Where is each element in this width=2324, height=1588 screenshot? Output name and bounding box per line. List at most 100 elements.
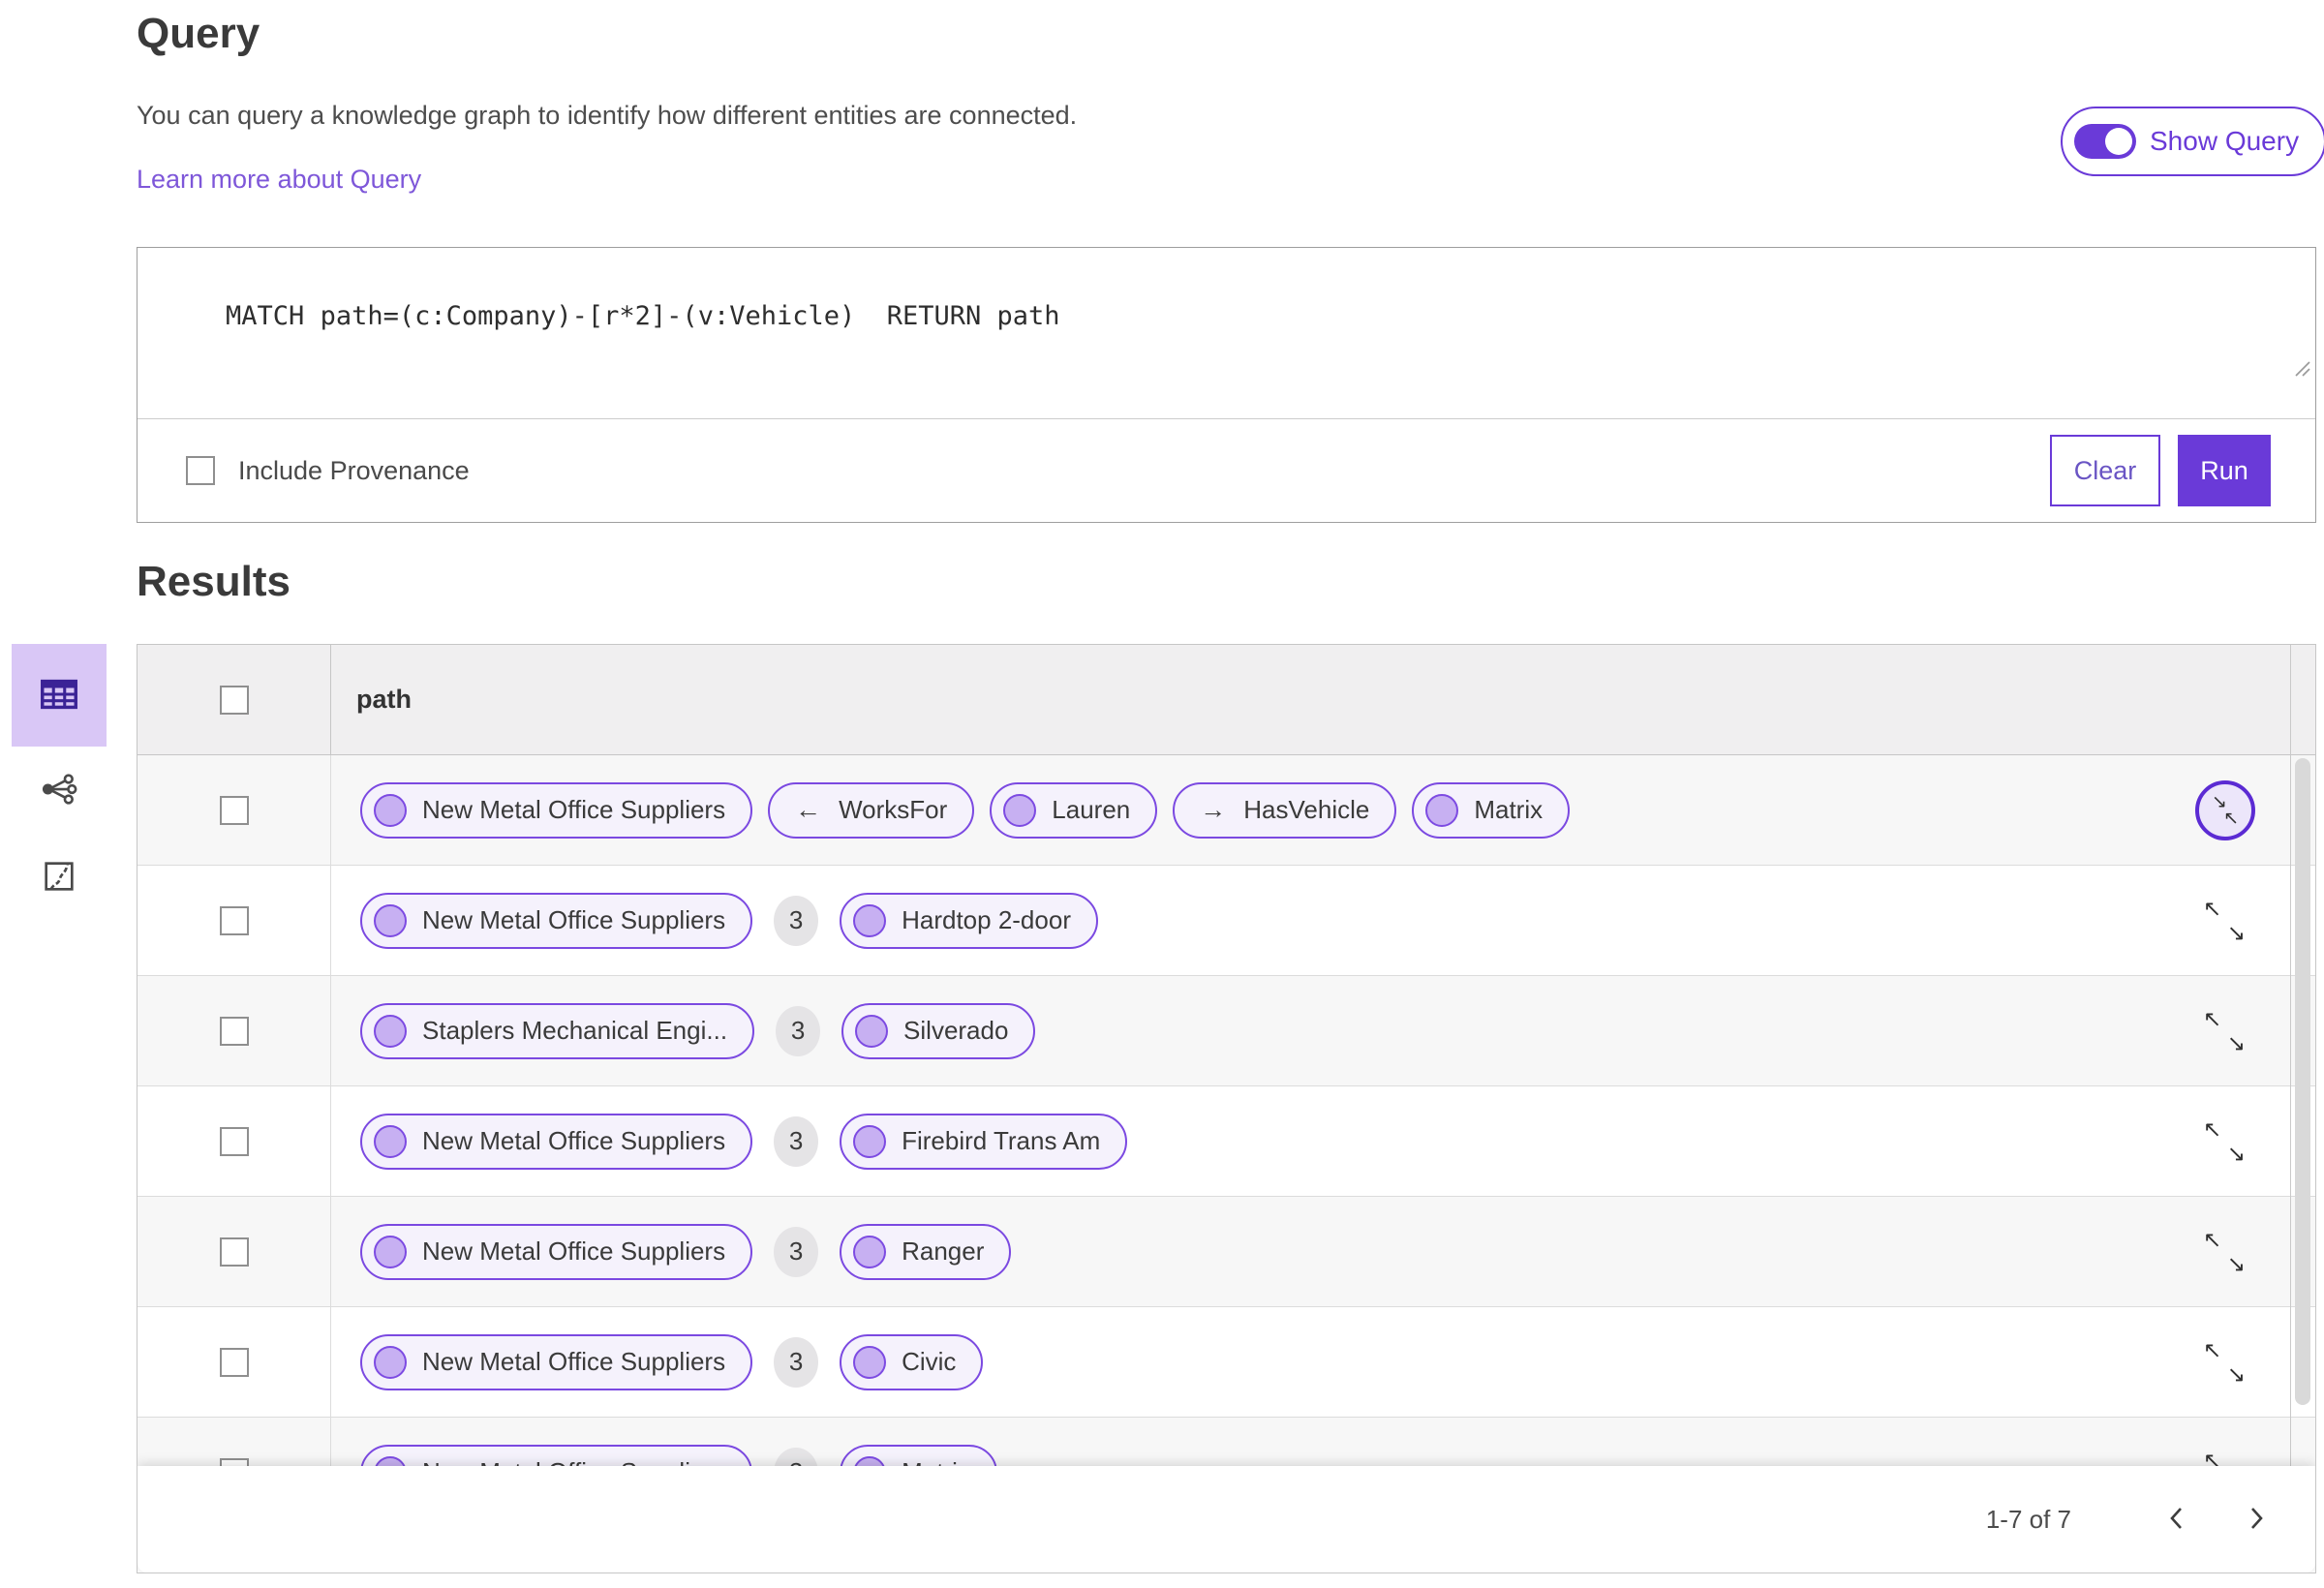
entity-label: Silverado [903, 1016, 1009, 1045]
expand-row-icon[interactable]: ↖↘ [2201, 1115, 2248, 1166]
entity-label: Matrix [1474, 795, 1544, 824]
entity-pill[interactable]: Hardtop 2-door [840, 892, 1098, 949]
entity-node-icon [855, 1014, 889, 1048]
collapsed-count-badge: 3 [774, 1115, 819, 1167]
pagination-range: 1-7 of 7 [1985, 1504, 2071, 1534]
table-header-row: path [138, 645, 2315, 755]
entity-label: Staplers Mechanical Engi... [422, 1016, 728, 1045]
diag-arrow: ↖ [2203, 1115, 2222, 1142]
select-all-checkbox[interactable] [219, 685, 249, 715]
entity-pill[interactable]: Silverado [841, 1002, 1036, 1059]
entity-pill[interactable]: Matrix [1412, 781, 1571, 839]
entity-pill[interactable]: Lauren [990, 781, 1158, 839]
entity-label: Lauren [1052, 795, 1131, 824]
include-provenance-option[interactable]: Include Provenance [186, 456, 470, 486]
entity-label: Firebird Trans Am [902, 1126, 1101, 1155]
include-provenance-label: Include Provenance [238, 455, 470, 485]
collapse-row-icon[interactable]: ↘ ↖ [2195, 779, 2255, 840]
learn-more-link[interactable]: Learn more about Query [137, 165, 421, 195]
row-checkbox-cell [138, 976, 331, 1085]
entity-node-icon [374, 1124, 407, 1158]
entity-pill[interactable]: Firebird Trans Am [840, 1113, 1128, 1170]
show-query-toggle[interactable]: Show Query [2061, 107, 2324, 176]
path-column-label: path [356, 685, 412, 714]
arrow-left-icon: ← [795, 795, 822, 824]
results-view-rail [12, 644, 107, 921]
entity-node-icon [853, 1124, 887, 1158]
expand-row-icon[interactable]: ↖↘ [2201, 1005, 2248, 1055]
entity-node-icon [374, 1235, 407, 1268]
entity-pill[interactable]: Staplers Mechanical Engi... [360, 1002, 755, 1059]
row-checkbox-cell [138, 866, 331, 975]
row-checkbox[interactable] [219, 1016, 249, 1046]
entity-pill[interactable]: Civic [840, 1333, 984, 1390]
entity-pill[interactable]: New Metal Office Suppliers [360, 1223, 753, 1280]
entity-node-icon [374, 903, 407, 937]
include-provenance-checkbox[interactable] [186, 456, 215, 485]
relationship-pill[interactable]: → HasVehicle [1173, 781, 1397, 839]
expand-row-icon[interactable]: ↖↘ [2201, 1226, 2248, 1276]
relationship-label: HasVehicle [1243, 795, 1370, 824]
entity-pill[interactable]: New Metal Office Suppliers [360, 781, 753, 839]
toggle-knob [2105, 128, 2132, 155]
pagination-bar: 1-7 of 7 [138, 1466, 2315, 1573]
entity-label: Civic [902, 1347, 957, 1376]
diag-arrow: ↖ [2203, 1005, 2222, 1031]
pagination-next-button[interactable] [2242, 1498, 2273, 1542]
entity-label: New Metal Office Suppliers [422, 795, 726, 824]
query-actions: Clear Run [2050, 435, 2271, 506]
row-checkbox-cell [138, 755, 331, 865]
entity-label: Ranger [902, 1237, 985, 1266]
entity-pill[interactable]: New Metal Office Suppliers [360, 1333, 753, 1390]
table-row: New Metal Office Suppliers 3 Firebird Tran… [138, 1086, 2315, 1197]
run-button[interactable]: Run [2178, 435, 2271, 506]
collapsed-count-badge: 3 [774, 895, 819, 946]
entity-pill[interactable]: New Metal Office Suppliers [360, 1113, 753, 1170]
row-checkbox[interactable] [219, 1347, 249, 1377]
resize-gripper-icon[interactable] [2199, 323, 2310, 413]
entity-label: Hardtop 2-door [902, 905, 1071, 934]
tab-link-chart-view[interactable] [12, 747, 107, 834]
diag-arrow: ↘ [2226, 919, 2246, 945]
path-column-header: path [331, 645, 2315, 754]
path-cell: New Metal Office Suppliers 3 Ranger [331, 1197, 2315, 1306]
path-cell: New Metal Office Suppliers 3 Hardtop 2-doo… [331, 866, 2315, 975]
results-scrollbar-thumb[interactable] [2295, 758, 2310, 1405]
table-body: New Metal Office Suppliers ← WorksFor Laure… [138, 755, 2315, 1528]
arrow-right-icon: → [1200, 795, 1227, 824]
entity-pill[interactable]: Ranger [840, 1223, 1012, 1280]
pagination-prev-button[interactable] [2160, 1498, 2191, 1542]
tab-table-view[interactable] [12, 644, 107, 747]
clear-button[interactable]: Clear [2050, 435, 2160, 506]
table-row: New Metal Office Suppliers 3 Civic ↖ ↘ [138, 1307, 2315, 1418]
diag-arrow: ↘ [2226, 1250, 2246, 1276]
tab-map-view[interactable] [12, 834, 107, 921]
results-scrollbar[interactable] [2290, 645, 2315, 1466]
diag-arrow: ↖ [2203, 895, 2222, 921]
entity-node-icon [374, 1345, 407, 1379]
diag-arrow: ↘ [2226, 1029, 2246, 1055]
row-checkbox[interactable] [219, 1126, 249, 1156]
diag-arrow: ↘ [2226, 1140, 2246, 1166]
entity-label: New Metal Office Suppliers [422, 1237, 726, 1266]
row-checkbox[interactable] [219, 905, 249, 935]
entity-pill[interactable]: New Metal Office Suppliers [360, 892, 753, 949]
expand-row-icon[interactable]: ↖↘ [2201, 1338, 2248, 1386]
row-checkbox[interactable] [219, 795, 249, 825]
row-checkbox-cell [138, 1307, 331, 1417]
table-row: New Metal Office Suppliers 3 Ranger ↖ ↘ [138, 1197, 2315, 1307]
expand-row-icon[interactable]: ↖↘ [2201, 895, 2248, 945]
query-input[interactable]: MATCH path=(c:Company)-[r*2]-(v:Vehicle)… [138, 248, 2315, 419]
results-table: path New Metal Office Suppliers ← WorksFor… [137, 644, 2316, 1573]
table-icon [37, 672, 81, 719]
collapsed-count-badge: 3 [776, 1005, 821, 1056]
link-chart-icon [39, 769, 79, 812]
entity-label: New Metal Office Suppliers [422, 1126, 726, 1155]
row-checkbox-cell [138, 1086, 331, 1196]
diag-arrow: ↖ [2203, 1226, 2222, 1252]
table-row: New Metal Office Suppliers 3 Hardtop 2-doo… [138, 866, 2315, 976]
row-checkbox[interactable] [219, 1237, 249, 1267]
relationship-pill[interactable]: ← WorksFor [768, 781, 975, 839]
toggle-switch-icon[interactable] [2074, 124, 2136, 159]
results-title: Results [137, 558, 290, 605]
